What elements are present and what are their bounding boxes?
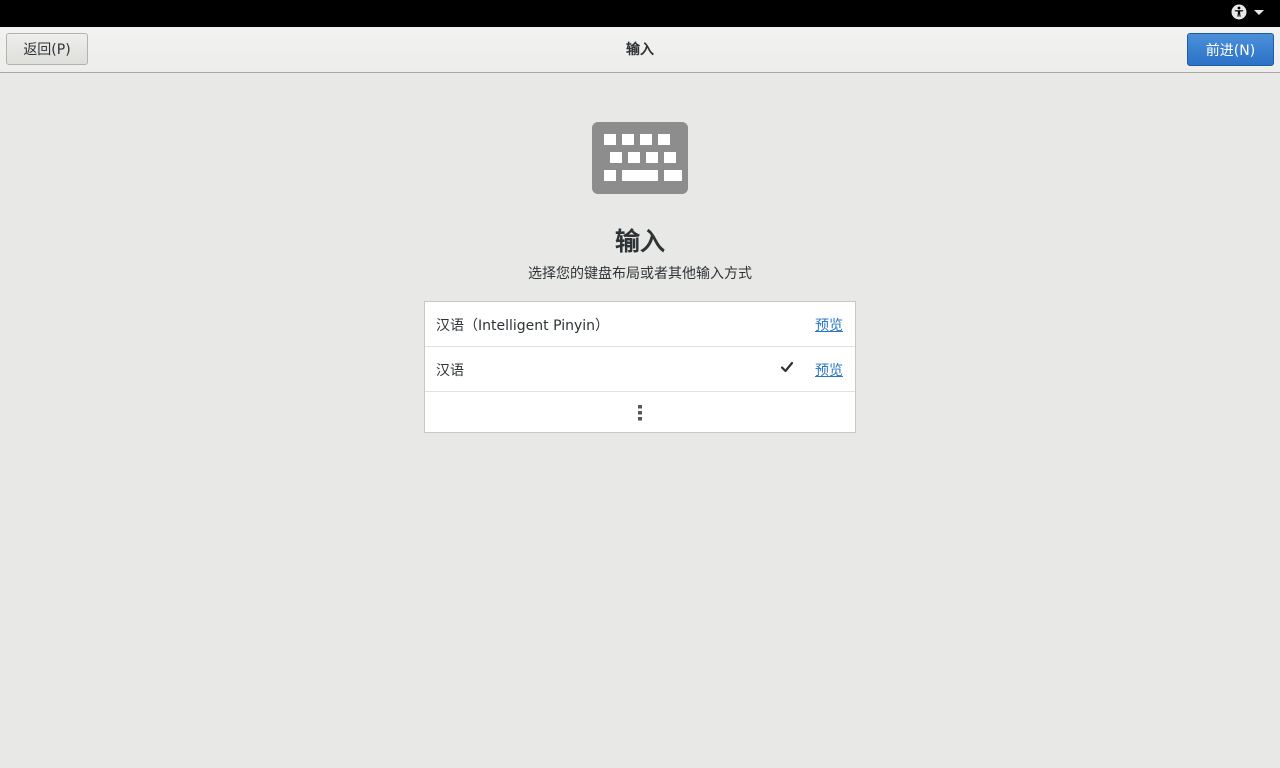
- input-source-label: 汉语（Intelligent Pinyin）: [436, 318, 610, 334]
- input-source-list: 汉语（Intelligent Pinyin） 预览 汉语 预览: [424, 301, 856, 433]
- keyboard-icon: [592, 122, 688, 194]
- header-title: 输入: [626, 42, 654, 58]
- top-bar: [0, 0, 1280, 27]
- input-source-row[interactable]: 汉语 预览: [425, 347, 855, 392]
- header-bar: 返回(P) 输入 前进(N): [0, 27, 1280, 73]
- page-subtitle: 选择您的键盘布局或者其他输入方式: [528, 266, 752, 282]
- chevron-down-icon: [1254, 9, 1264, 15]
- accessibility-menu[interactable]: [1231, 4, 1264, 20]
- checkmark-icon: [781, 361, 793, 373]
- input-source-label: 汉语: [436, 363, 464, 379]
- preview-link[interactable]: 预览: [815, 360, 843, 380]
- input-source-row[interactable]: 汉语（Intelligent Pinyin） 预览: [425, 302, 855, 347]
- more-input-sources-button[interactable]: [425, 392, 855, 432]
- view-more-icon: [638, 405, 642, 421]
- next-button[interactable]: 前进(N): [1187, 33, 1274, 66]
- page-title: 输入: [614, 227, 665, 256]
- preview-link[interactable]: 预览: [815, 315, 843, 335]
- accessibility-icon: [1231, 4, 1247, 20]
